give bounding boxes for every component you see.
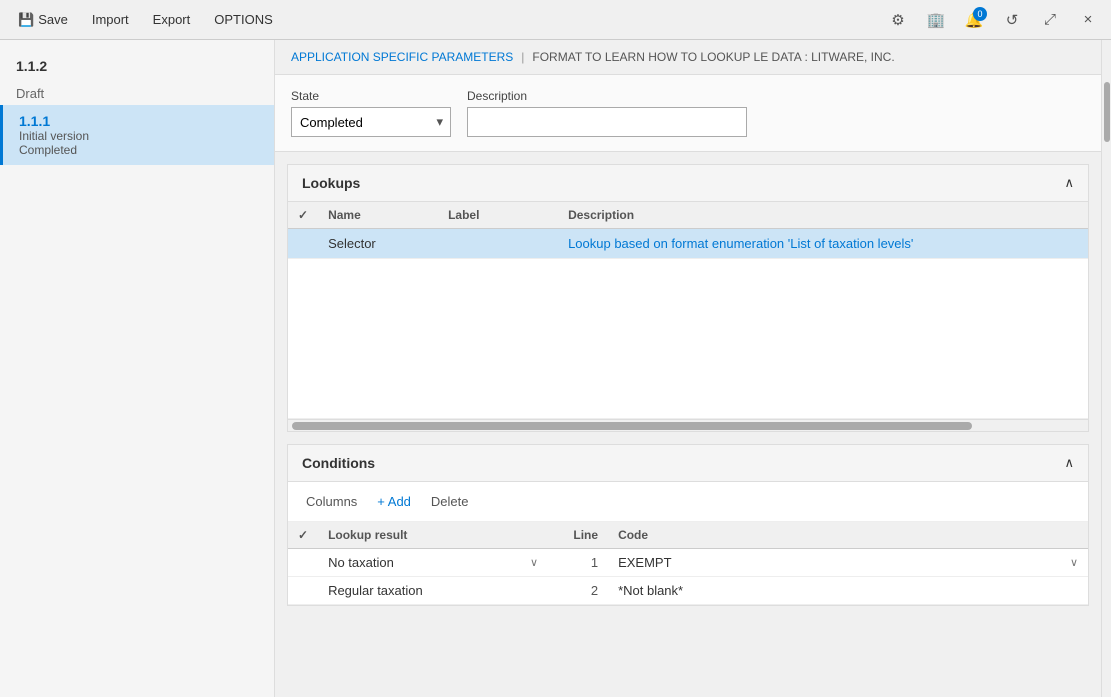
lookup-result-text-1: Regular taxation [328,583,423,598]
col-name-header[interactable]: Name [318,202,438,229]
code-text-1: *Not blank* [618,583,683,598]
lookups-table: ✓ Name Label Description S [288,202,1088,419]
settings-icon-btn[interactable]: ⚙ [883,5,913,35]
toolbar-right: ⚙ 🏢 🔔 0 ↺ ⤢ × [883,5,1103,35]
cond-row-1-line: 2 [548,577,608,605]
table-row-empty [288,259,1088,419]
code-text-0: EXEMPT [618,555,671,570]
table-row[interactable]: Selector Lookup based on format enumerat… [288,229,1088,259]
state-label: State [291,89,451,103]
office-icon-btn[interactable]: 🏢 [921,5,951,35]
sidebar: 1.1.2 Draft 1.1.1 Initial version Comple… [0,40,275,697]
col-desc-header[interactable]: Description [558,202,1088,229]
state-field: State Completed Draft Shared [291,89,451,137]
col-check-header: ✓ [288,202,318,229]
sidebar-item-1-1-1[interactable]: 1.1.1 Initial version Completed [0,105,274,165]
conditions-collapse-icon[interactable]: ∧ [1064,455,1074,471]
code-cell-0: EXEMPT ∨ [618,555,1078,570]
import-button[interactable]: Import [82,8,139,31]
col-label-header[interactable]: Label [438,202,558,229]
close-btn[interactable]: × [1073,5,1103,35]
form-area: State Completed Draft Shared Description [275,75,1101,152]
cond-check-icon: ✓ [298,528,308,542]
main-layout: 1.1.2 Draft 1.1.1 Initial version Comple… [0,40,1111,697]
cond-col-lookup[interactable]: Lookup result [318,522,548,549]
row-label [438,229,558,259]
cond-row-0-line: 1 [548,549,608,577]
breadcrumb-part1[interactable]: APPLICATION SPECIFIC PARAMETERS [291,50,513,64]
sidebar-item-title: 1.1.1 [19,113,258,129]
content-scroll: APPLICATION SPECIFIC PARAMETERS | FORMAT… [275,40,1101,697]
description-field: Description [467,89,747,137]
cond-row-1-code: *Not blank* [608,577,1088,605]
conditions-table: ✓ Lookup result Line Code [288,522,1088,605]
cond-row-1-lookup: Regular taxation [318,577,548,605]
form-row: State Completed Draft Shared Description [291,89,1085,137]
delete-button[interactable]: Delete [427,492,473,511]
cond-col-check: ✓ [288,522,318,549]
notification-badge: 0 [973,7,987,21]
v-scroll-thumb [1104,82,1110,142]
lookups-panel-header[interactable]: Lookups ∧ [288,165,1088,202]
lookups-table-scroll: ✓ Name Label Description S [288,202,1088,419]
v-scrollbar[interactable] [1101,40,1111,697]
add-button[interactable]: + Add [373,492,415,511]
row-check [288,229,318,259]
content-area: APPLICATION SPECIFIC PARAMETERS | FORMAT… [275,40,1111,697]
cond-row-0[interactable]: No taxation ∨ 1 EXEMPT ∨ [288,549,1088,577]
sidebar-item-subtitle: Initial version [19,129,258,143]
lookups-collapse-icon[interactable]: ∧ [1064,175,1074,191]
lookups-panel: Lookups ∧ ✓ Name Label [287,164,1089,432]
save-icon: 💾 [18,12,34,28]
sidebar-item-status: Completed [19,143,258,157]
cond-col-code[interactable]: Code [608,522,1088,549]
row-name: Selector [318,229,438,259]
breadcrumb: APPLICATION SPECIFIC PARAMETERS | FORMAT… [275,40,1101,75]
state-select-wrapper: Completed Draft Shared [291,107,451,137]
conditions-panel-title: Conditions [302,455,375,471]
header-check-icon: ✓ [298,208,308,222]
toolbar: 💾 Save Import Export OPTIONS ⚙ 🏢 🔔 0 ↺ ⤢… [0,0,1111,40]
lookup-chevron-0[interactable]: ∨ [530,556,538,569]
cond-row-0-lookup: No taxation ∨ [318,549,548,577]
notification-btn[interactable]: 🔔 0 [959,5,989,35]
cond-row-1-check [288,577,318,605]
description-input[interactable] [467,107,747,137]
cond-row-0-check [288,549,318,577]
row-desc-text: Lookup based on format enumeration 'List… [568,236,913,251]
export-button[interactable]: Export [143,8,201,31]
cond-row-1[interactable]: Regular taxation 2 *Not blank* [288,577,1088,605]
state-select[interactable]: Completed Draft Shared [291,107,451,137]
lookups-header-row: ✓ Name Label Description [288,202,1088,229]
conditions-toolbar: Columns + Add Delete [288,482,1088,522]
refresh-btn[interactable]: ↺ [997,5,1027,35]
cond-row-0-code: EXEMPT ∨ [608,549,1088,577]
conditions-panel-header[interactable]: Conditions ∧ [288,445,1088,482]
columns-button[interactable]: Columns [302,492,361,511]
row-desc: Lookup based on format enumeration 'List… [558,229,1088,259]
lookups-panel-title: Lookups [302,175,360,191]
save-button[interactable]: 💾 Save [8,8,78,32]
popout-btn[interactable]: ⤢ [1035,5,1065,35]
lookup-cell-0: No taxation ∨ [328,555,538,570]
conditions-header-row: ✓ Lookup result Line Code [288,522,1088,549]
lookups-panel-body: ✓ Name Label Description S [288,202,1088,431]
description-label: Description [467,89,747,103]
h-scrollbar[interactable] [288,419,1088,431]
breadcrumb-part2: FORMAT TO LEARN HOW TO LOOKUP LE DATA : … [532,50,894,64]
sidebar-draft: Draft [0,82,274,105]
code-chevron-0[interactable]: ∨ [1070,556,1078,569]
conditions-panel-body: Columns + Add Delete ✓ Lookup result Lin… [288,482,1088,605]
options-button[interactable]: OPTIONS [204,8,283,31]
conditions-panel: Conditions ∧ Columns + Add Delete ✓ [287,444,1089,606]
sidebar-version: 1.1.2 [0,50,274,82]
breadcrumb-sep: | [521,50,524,64]
lookup-result-text-0: No taxation [328,555,394,570]
h-scrollbar-thumb [292,422,972,430]
cond-col-line[interactable]: Line [548,522,608,549]
